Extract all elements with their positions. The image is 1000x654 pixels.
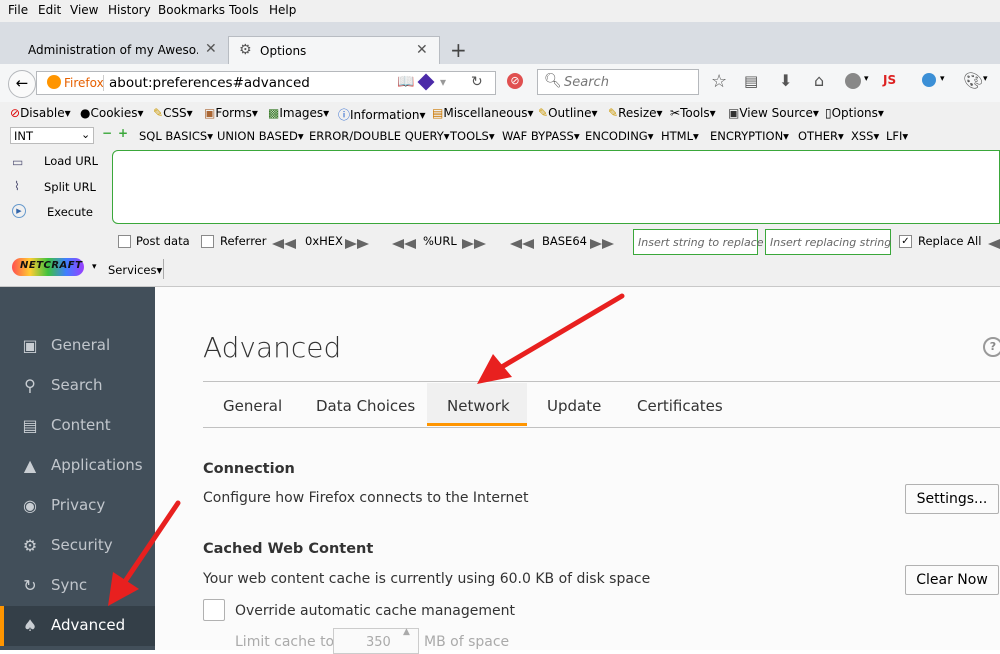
arrow-to-network-tab: [497, 293, 625, 371]
arrow-to-network-head: [477, 354, 512, 384]
arrow-to-advanced-item: [123, 500, 181, 583]
arrow-to-advanced-head: [108, 572, 139, 606]
annotation-arrows: [108, 293, 625, 606]
